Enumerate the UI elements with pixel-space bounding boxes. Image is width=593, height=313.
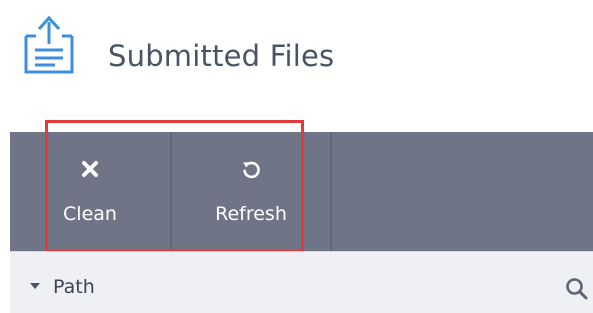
close-icon — [10, 158, 170, 180]
toolbar-divider — [330, 132, 332, 251]
refresh-icon — [172, 158, 330, 180]
file-upload-icon — [24, 15, 74, 74]
path-column-label: Path — [53, 276, 95, 298]
clean-button[interactable]: Clean — [10, 132, 170, 251]
toolbar: Clean Refresh — [10, 132, 593, 251]
page-header: Submitted Files — [0, 0, 593, 132]
page-title: Submitted Files — [108, 39, 335, 73]
submitted-files-page: Submitted Files Clean Refresh Path — [0, 0, 593, 313]
search-icon[interactable] — [565, 277, 589, 301]
refresh-button-label: Refresh — [215, 203, 287, 225]
refresh-button[interactable]: Refresh — [172, 132, 330, 251]
path-filter-row[interactable]: Path — [10, 251, 593, 313]
clean-button-label: Clean — [63, 203, 117, 225]
caret-down-icon[interactable] — [30, 283, 40, 289]
